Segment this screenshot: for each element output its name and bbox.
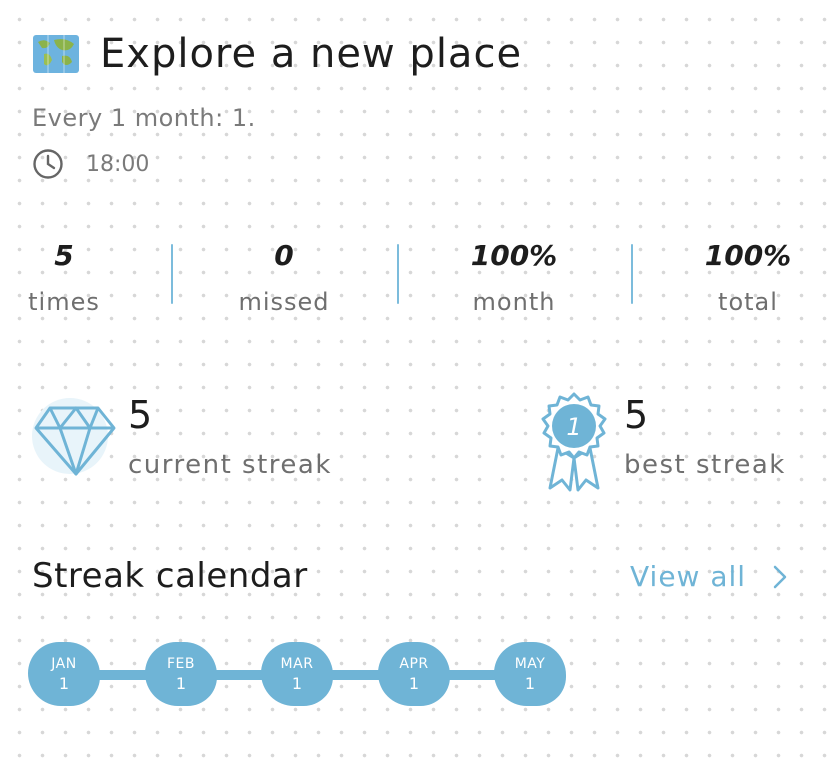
month-count: 1	[291, 674, 303, 693]
best-streak-label: best streak	[624, 450, 786, 480]
stat-value: 100%	[704, 239, 792, 272]
stat-missed: 0 missed	[224, 236, 344, 316]
stat-label: missed	[238, 288, 330, 316]
habit-title: Explore a new place	[100, 31, 523, 77]
month-count: 1	[175, 674, 187, 693]
current-streak-value: 5	[128, 393, 153, 437]
award-ribbon-icon: 1	[532, 392, 616, 492]
month-name: MAR	[280, 656, 314, 672]
stat-times: 5 times	[14, 236, 114, 316]
habit-frequency: Every 1 month: 1.	[32, 104, 256, 132]
view-all-label: View all	[630, 560, 747, 593]
stat-label: times	[28, 288, 100, 316]
month-name: FEB	[166, 656, 195, 672]
chevron-right-icon	[770, 564, 790, 590]
month-name: JAN	[51, 656, 77, 672]
streak-calendar: JAN 1 FEB 1 MAR 1 APR 1 MAY 1	[28, 642, 588, 710]
reminder-time: 18:00	[86, 151, 150, 177]
stats-row: 5 times 0 missed 100% month 100% total	[0, 236, 828, 326]
world-map-icon	[32, 34, 80, 74]
calendar-month-mar[interactable]: MAR 1	[261, 642, 333, 706]
stat-label: total	[718, 288, 778, 316]
calendar-month-may[interactable]: MAY 1	[494, 642, 566, 706]
stat-divider	[171, 244, 173, 304]
reminder-time-row: 18:00	[32, 148, 149, 180]
clock-icon	[32, 148, 64, 180]
month-name: MAY	[514, 656, 546, 672]
calendar-month-feb[interactable]: FEB 1	[145, 642, 217, 706]
month-count: 1	[524, 674, 536, 693]
stat-divider	[631, 244, 633, 304]
calendar-month-apr[interactable]: APR 1	[378, 642, 450, 706]
stat-label: month	[472, 288, 556, 316]
best-streak: 1 5 best streak	[532, 392, 786, 492]
stat-value: 5	[54, 239, 74, 272]
best-streak-value: 5	[624, 393, 649, 437]
habit-title-row: Explore a new place	[32, 28, 522, 80]
diamond-icon	[32, 392, 116, 492]
stat-divider	[397, 244, 399, 304]
stat-month: 100% month	[454, 236, 574, 316]
streak-calendar-title: Streak calendar	[32, 556, 308, 596]
current-streak-label: current streak	[128, 450, 332, 480]
stat-value: 0	[274, 239, 294, 272]
current-streak: 5 current streak	[32, 392, 332, 492]
stat-value: 100%	[470, 239, 558, 272]
month-count: 1	[408, 674, 420, 693]
month-count: 1	[58, 674, 70, 693]
calendar-month-jan[interactable]: JAN 1	[28, 642, 100, 706]
view-all-link[interactable]: View all	[630, 560, 790, 593]
month-name: APR	[399, 656, 429, 672]
stat-total: 100% total	[688, 236, 808, 316]
award-badge-number: 1	[566, 413, 581, 441]
